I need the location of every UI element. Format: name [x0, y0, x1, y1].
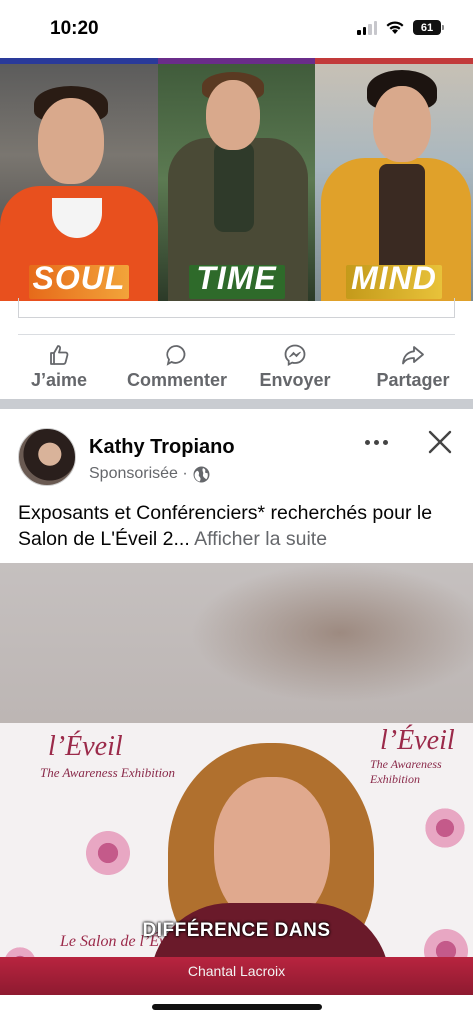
feed-separator	[0, 399, 473, 409]
comment-button[interactable]: Commenter	[120, 342, 234, 391]
shared-image-collage[interactable]: SOUL TIME MIND	[0, 58, 473, 301]
cellular-signal-icon	[357, 20, 377, 35]
status-icons: 61	[357, 20, 444, 35]
video-caption: DIFFÉRENCE DANS	[142, 920, 331, 941]
panel-label: MIND	[351, 260, 437, 296]
post-text: Exposants et Conférenciers* recherchés p…	[18, 500, 458, 552]
backdrop-brand-subtitle: The Awareness Exhibition	[40, 765, 176, 780]
backdrop-brand-subtitle: The Awareness Exhibition	[370, 757, 442, 786]
sponsored-label[interactable]: Sponsorisée ·	[89, 465, 210, 483]
sponsored-video[interactable]: l’Éveil The Awareness Exhibition l’Éveil…	[0, 563, 473, 995]
battery-indicator: 61	[413, 20, 444, 35]
flower-decoration	[420, 803, 470, 853]
comment-bubble-icon	[166, 345, 186, 366]
comment-label: Commenter	[126, 370, 228, 390]
panel-label: TIME	[196, 260, 277, 296]
panel-label: SOUL	[32, 260, 126, 296]
thumbs-up-icon	[50, 345, 69, 365]
like-button[interactable]: J’aime	[28, 342, 90, 391]
see-more-link[interactable]: Afficher la suite	[194, 528, 327, 550]
sponsored-text: Sponsorisée ·	[89, 465, 188, 482]
backdrop-brand-title: l’Éveil	[48, 731, 123, 762]
wifi-icon	[386, 21, 404, 34]
collage-panel-mind: MIND	[315, 58, 473, 301]
hide-post-button[interactable]	[426, 428, 454, 456]
close-icon	[428, 430, 452, 454]
link-preview-box[interactable]	[18, 298, 455, 318]
backdrop-brand-title: l’Éveil	[380, 725, 455, 756]
divider	[18, 334, 455, 335]
collage-panel-soul: SOUL	[0, 58, 158, 301]
status-time: 10:20	[50, 18, 99, 39]
messenger-icon	[284, 344, 306, 367]
like-label: J’aime	[30, 370, 88, 390]
more-dots-icon	[364, 439, 370, 445]
blurred-foreground	[190, 563, 473, 703]
avatar[interactable]	[18, 428, 76, 486]
globe-icon	[193, 466, 210, 482]
post-action-bar: J’aime Commenter Envoyer Partager	[0, 342, 473, 394]
share-arrow-icon	[402, 346, 424, 365]
share-label: Partager	[376, 370, 450, 390]
poster-name[interactable]: Kathy Tropiano	[89, 436, 235, 459]
share-button[interactable]: Partager	[370, 342, 456, 391]
collage-panel-time: TIME	[158, 58, 315, 301]
home-indicator[interactable]	[152, 1004, 322, 1010]
more-options-button[interactable]	[362, 430, 390, 454]
send-button[interactable]: Envoyer	[256, 342, 334, 391]
speaker-name: Chantal Lacroix	[187, 963, 286, 979]
send-label: Envoyer	[259, 370, 331, 390]
status-bar: 10:20 61	[0, 0, 473, 58]
flower-decoration	[80, 825, 136, 881]
